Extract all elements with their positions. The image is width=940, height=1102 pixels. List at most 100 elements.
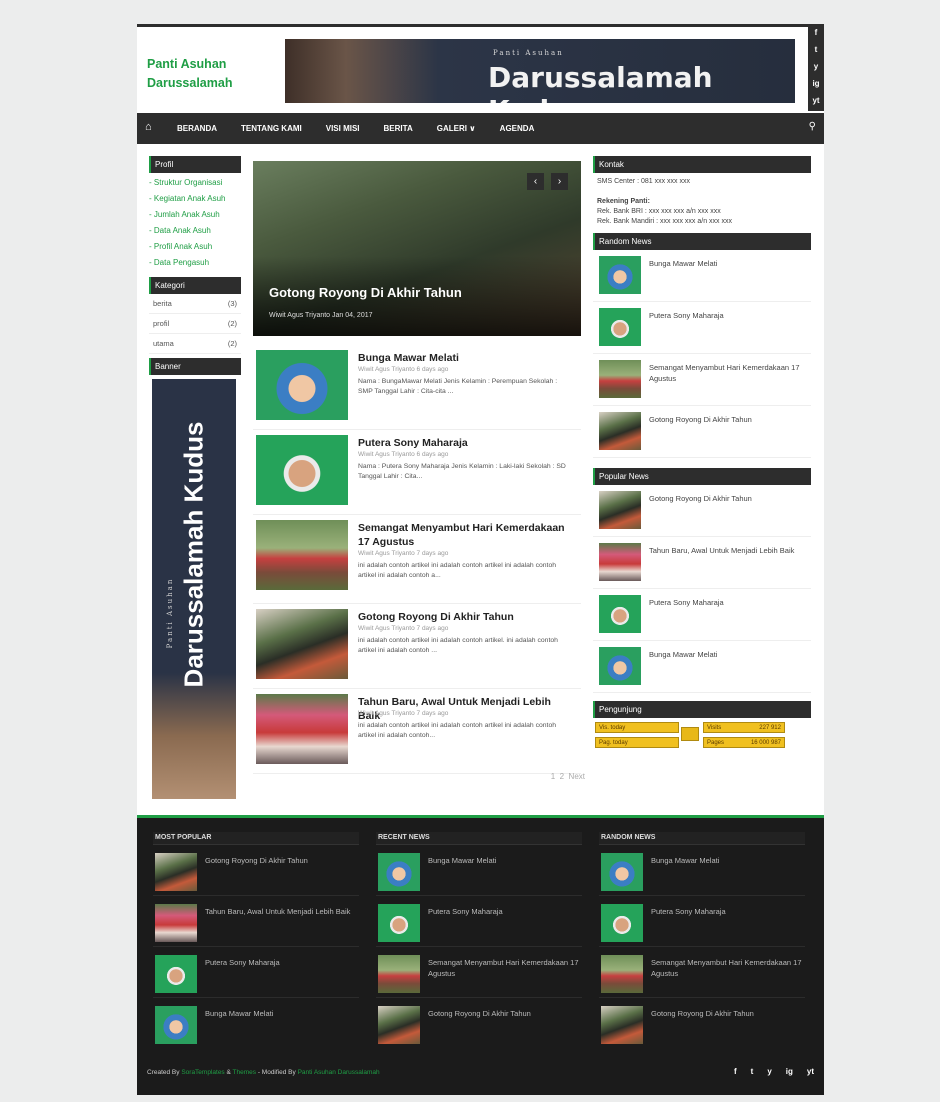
post-thumbnail[interactable] <box>256 694 348 764</box>
kategori-item[interactable]: utama (2) <box>149 334 241 354</box>
nav-berita[interactable]: BERITA <box>384 113 413 144</box>
slider-prev-button[interactable]: ‹ <box>527 173 544 190</box>
footer-news-title[interactable]: Putera Sony Maharaja <box>651 906 803 917</box>
facebook-icon[interactable]: f <box>808 24 824 41</box>
kategori-item[interactable]: profil (2) <box>149 314 241 334</box>
search-icon[interactable]: ⚲ <box>809 121 816 132</box>
post-meta: Wiwit Agus Triyanto 7 days ago <box>358 550 449 557</box>
site-title-line2[interactable]: Darussalamah <box>147 74 232 93</box>
footer-news-title[interactable]: Gotong Royong Di Akhir Tahun <box>428 1008 580 1019</box>
site-title-line1[interactable]: Panti Asuhan <box>147 55 232 74</box>
popular-news-thumbnail[interactable] <box>599 595 641 633</box>
credits-modifier-link[interactable]: Panti Asuhan Darussalamah <box>298 1069 380 1076</box>
footer-news-thumbnail[interactable] <box>378 853 420 891</box>
footer-news-thumbnail[interactable] <box>155 1006 197 1044</box>
side-banner-image[interactable]: Darussalamah Kudus Panti Asuhan <box>152 379 236 799</box>
credits-soratemplates-link[interactable]: SoraTemplates <box>181 1069 224 1076</box>
footer-news-thumbnail[interactable] <box>601 1006 643 1044</box>
footer-news-title[interactable]: Bunga Mawar Melati <box>428 855 580 866</box>
footer-news-title[interactable]: Putera Sony Maharaja <box>428 906 580 917</box>
popular-news-thumbnail[interactable] <box>599 647 641 685</box>
random-news-thumbnail[interactable] <box>599 360 641 398</box>
random-news-title[interactable]: Bunga Mawar Melati <box>649 258 809 269</box>
popular-news-title[interactable]: Putera Sony Maharaja <box>649 597 809 608</box>
youtube-alt-icon[interactable]: yt <box>808 92 824 109</box>
footer-news-title[interactable]: Bunga Mawar Melati <box>651 855 803 866</box>
footer-news-thumbnail[interactable] <box>601 904 643 942</box>
profil-link[interactable]: - Struktur Organisasi <box>149 175 241 191</box>
random-news-title[interactable]: Semangat Menyambut Hari Kemerdakaan 17 A… <box>649 362 809 384</box>
post-title[interactable]: Gotong Royong Di Akhir Tahun <box>358 610 573 624</box>
youtube-alt-icon[interactable]: yt <box>807 1067 814 1076</box>
kategori-name[interactable]: berita <box>153 294 172 313</box>
instagram-icon[interactable]: ig <box>808 75 824 92</box>
page-2-link[interactable]: 2 <box>560 772 564 781</box>
footer-news-thumbnail[interactable] <box>601 853 643 891</box>
post-thumbnail[interactable] <box>256 435 348 505</box>
random-news-thumbnail[interactable] <box>599 256 641 294</box>
youtube-icon[interactable]: y <box>808 58 824 75</box>
footer-news-thumbnail[interactable] <box>155 955 197 993</box>
popular-news-title[interactable]: Bunga Mawar Melati <box>649 649 809 660</box>
slider-title[interactable]: Gotong Royong Di Akhir Tahun <box>269 285 462 300</box>
kategori-item[interactable]: berita (3) <box>149 294 241 314</box>
post-title[interactable]: Tahun Baru, Awal Untuk Menjadi Lebih Bai… <box>358 695 573 723</box>
footer-news-thumbnail[interactable] <box>601 955 643 993</box>
nav-beranda[interactable]: BERANDA <box>177 113 217 144</box>
popular-news-thumbnail[interactable] <box>599 543 641 581</box>
instagram-icon[interactable]: ig <box>786 1067 793 1076</box>
random-news-thumbnail[interactable] <box>599 412 641 450</box>
footer-news-title[interactable]: Gotong Royong Di Akhir Tahun <box>205 855 357 866</box>
footer-social: f t y ig yt <box>720 1067 814 1076</box>
footer-news-thumbnail[interactable] <box>155 904 197 942</box>
twitter-icon[interactable]: t <box>808 41 824 58</box>
post-title[interactable]: Putera Sony Maharaja <box>358 436 573 450</box>
twitter-icon[interactable]: t <box>751 1067 754 1076</box>
facebook-icon[interactable]: f <box>734 1067 737 1076</box>
header-banner[interactable]: Panti Asuhan Darussalamah Kudus <box>285 39 795 103</box>
footer-news-item: Bunga Mawar Melati <box>153 998 359 1048</box>
footer-news-title[interactable]: Semangat Menyambut Hari Kemerdakaan 17 A… <box>428 957 580 979</box>
credits-themes-link[interactable]: Themes <box>233 1069 256 1076</box>
nav-galeri[interactable]: GALERI ∨ <box>437 113 476 144</box>
youtube-icon[interactable]: y <box>767 1067 771 1076</box>
site-title[interactable]: Panti Asuhan Darussalamah <box>147 55 232 93</box>
nav-tentang-kami[interactable]: TENTANG KAMI <box>241 113 302 144</box>
post-title[interactable]: Semangat Menyambut Hari Kemerdakaan 17 A… <box>358 521 573 549</box>
random-news-title[interactable]: Gotong Royong Di Akhir Tahun <box>649 414 809 425</box>
featured-slider[interactable]: ‹ › Gotong Royong Di Akhir Tahun Wiwit A… <box>253 161 581 336</box>
post-thumbnail[interactable] <box>256 350 348 420</box>
home-icon[interactable]: ⌂ <box>145 121 152 133</box>
post-title[interactable]: Bunga Mawar Melati <box>358 351 573 365</box>
footer-news-thumbnail[interactable] <box>155 853 197 891</box>
post-thumbnail[interactable] <box>256 520 348 590</box>
next-page-link[interactable]: Next <box>569 772 585 781</box>
nav-agenda[interactable]: AGENDA <box>500 113 535 144</box>
random-news-title[interactable]: Putera Sony Maharaja <box>649 310 809 321</box>
profil-link[interactable]: - Data Pengasuh <box>149 255 241 271</box>
random-news-thumbnail[interactable] <box>599 308 641 346</box>
footer-news-title[interactable]: Putera Sony Maharaja <box>205 957 357 968</box>
rekening-mandiri: Rek. Bank Mandiri : xxx xxx xxx a/n xxx … <box>597 218 732 225</box>
footer-news-title[interactable]: Tahun Baru, Awal Untuk Menjadi Lebih Bai… <box>205 906 357 917</box>
kategori-name[interactable]: utama <box>153 334 174 353</box>
footer-news-thumbnail[interactable] <box>378 1006 420 1044</box>
nav-visi-misi[interactable]: VISI MISI <box>326 113 360 144</box>
profil-link[interactable]: - Kegiatan Anak Asuh <box>149 191 241 207</box>
popular-news-thumbnail[interactable] <box>599 491 641 529</box>
slider-next-button[interactable]: › <box>551 173 568 190</box>
popular-news-title[interactable]: Tahun Baru, Awal Untuk Menjadi Lebih Bai… <box>649 545 809 556</box>
post-thumbnail[interactable] <box>256 609 348 679</box>
footer-news-thumbnail[interactable] <box>378 904 420 942</box>
kategori-name[interactable]: profil <box>153 314 169 333</box>
profil-link[interactable]: - Profil Anak Asuh <box>149 239 241 255</box>
page-1-link[interactable]: 1 <box>551 772 555 781</box>
profil-link[interactable]: - Jumlah Anak Asuh <box>149 207 241 223</box>
profil-link[interactable]: - Data Anak Asuh <box>149 223 241 239</box>
pagination: 1 2 Next <box>257 772 585 781</box>
popular-news-title[interactable]: Gotong Royong Di Akhir Tahun <box>649 493 809 504</box>
footer-news-thumbnail[interactable] <box>378 955 420 993</box>
footer-news-title[interactable]: Semangat Menyambut Hari Kemerdakaan 17 A… <box>651 957 803 979</box>
footer-news-title[interactable]: Bunga Mawar Melati <box>205 1008 357 1019</box>
footer-news-title[interactable]: Gotong Royong Di Akhir Tahun <box>651 1008 803 1019</box>
